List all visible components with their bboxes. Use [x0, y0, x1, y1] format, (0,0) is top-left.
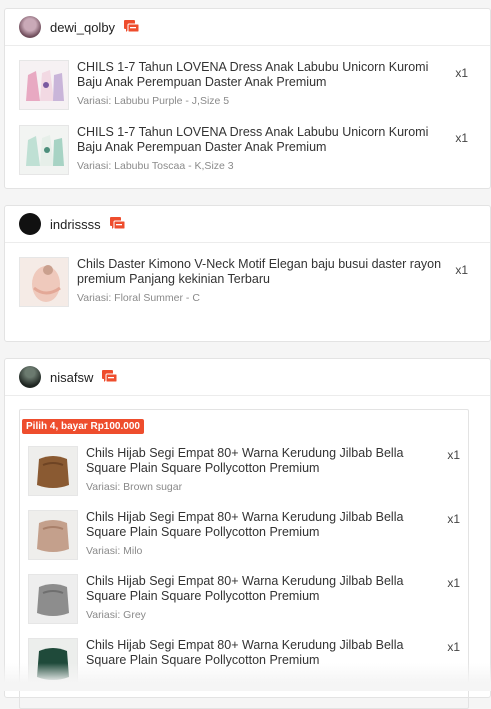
product-thumbnail[interactable] — [28, 446, 78, 496]
quantity: x1 — [447, 448, 460, 462]
scroll-fade — [0, 663, 491, 691]
quantity: x1 — [447, 576, 460, 590]
avatar[interactable] — [19, 366, 41, 388]
username[interactable]: dewi_qolby — [50, 20, 115, 35]
product-variant: Variasi: Milo — [86, 545, 143, 557]
quantity: x1 — [455, 263, 468, 277]
order-card: indrissss Chils Daster Kimono V-Neck Mot… — [4, 205, 491, 342]
product-name[interactable]: CHILS 1-7 Tahun LOVENA Dress Anak Labubu… — [77, 125, 449, 155]
username[interactable]: indrissss — [50, 217, 101, 232]
product-thumbnail[interactable] — [28, 510, 78, 560]
list-item[interactable]: Chils Hijab Segi Empat 80+ Warna Kerudun… — [28, 510, 468, 560]
product-variant: Variasi: Labubu Toscaa - K,Size 3 — [77, 160, 234, 172]
quantity: x1 — [455, 66, 468, 80]
chat-icon[interactable] — [124, 20, 140, 34]
seller-header: dewi_qolby — [5, 9, 490, 46]
product-name[interactable]: Chils Daster Kimono V-Neck Motif Elegan … — [77, 257, 449, 287]
list-item[interactable]: Chils Hijab Segi Empat 80+ Warna Kerudun… — [28, 446, 468, 496]
product-variant: Variasi: Floral Summer - C — [77, 292, 200, 304]
username[interactable]: nisafsw — [50, 370, 93, 385]
chat-icon[interactable] — [109, 217, 126, 231]
product-variant: Variasi: Labubu Purple - J,Size 5 — [77, 95, 230, 107]
product-variant: Variasi: Grey — [86, 609, 146, 621]
chat-icon[interactable] — [102, 370, 118, 384]
seller-header: nisafsw — [5, 359, 490, 396]
product-thumbnail[interactable] — [19, 125, 69, 175]
order-card: dewi_qolby CHILS 1-7 Tahun LOVENA Dress … — [4, 8, 491, 189]
product-thumbnail[interactable] — [19, 60, 69, 110]
quantity: x1 — [447, 512, 460, 526]
list-item[interactable]: CHILS 1-7 Tahun LOVENA Dress Anak Labubu… — [19, 125, 490, 175]
quantity: x1 — [455, 131, 468, 145]
product-name[interactable]: CHILS 1-7 Tahun LOVENA Dress Anak Labubu… — [77, 60, 449, 90]
product-name[interactable]: Chils Hijab Segi Empat 80+ Warna Kerudun… — [86, 574, 441, 604]
list-item[interactable]: CHILS 1-7 Tahun LOVENA Dress Anak Labubu… — [19, 60, 490, 110]
product-name[interactable]: Chils Hijab Segi Empat 80+ Warna Kerudun… — [86, 510, 441, 540]
product-thumbnail[interactable] — [28, 574, 78, 624]
promo-badge: Pilih 4, bayar Rp100.000 — [22, 419, 144, 434]
seller-header: indrissss — [5, 206, 490, 243]
product-variant: Variasi: Brown sugar — [86, 481, 183, 493]
avatar[interactable] — [19, 16, 41, 38]
product-thumbnail[interactable] — [19, 257, 69, 307]
list-item[interactable]: Chils Hijab Segi Empat 80+ Warna Kerudun… — [28, 574, 468, 624]
avatar[interactable] — [19, 213, 41, 235]
order-card: nisafsw Pilih 4, bayar Rp100.000 Chils H… — [4, 358, 491, 709]
quantity: x1 — [447, 640, 460, 654]
product-name[interactable]: Chils Hijab Segi Empat 80+ Warna Kerudun… — [86, 446, 441, 476]
list-item[interactable]: Chils Daster Kimono V-Neck Motif Elegan … — [19, 257, 490, 307]
